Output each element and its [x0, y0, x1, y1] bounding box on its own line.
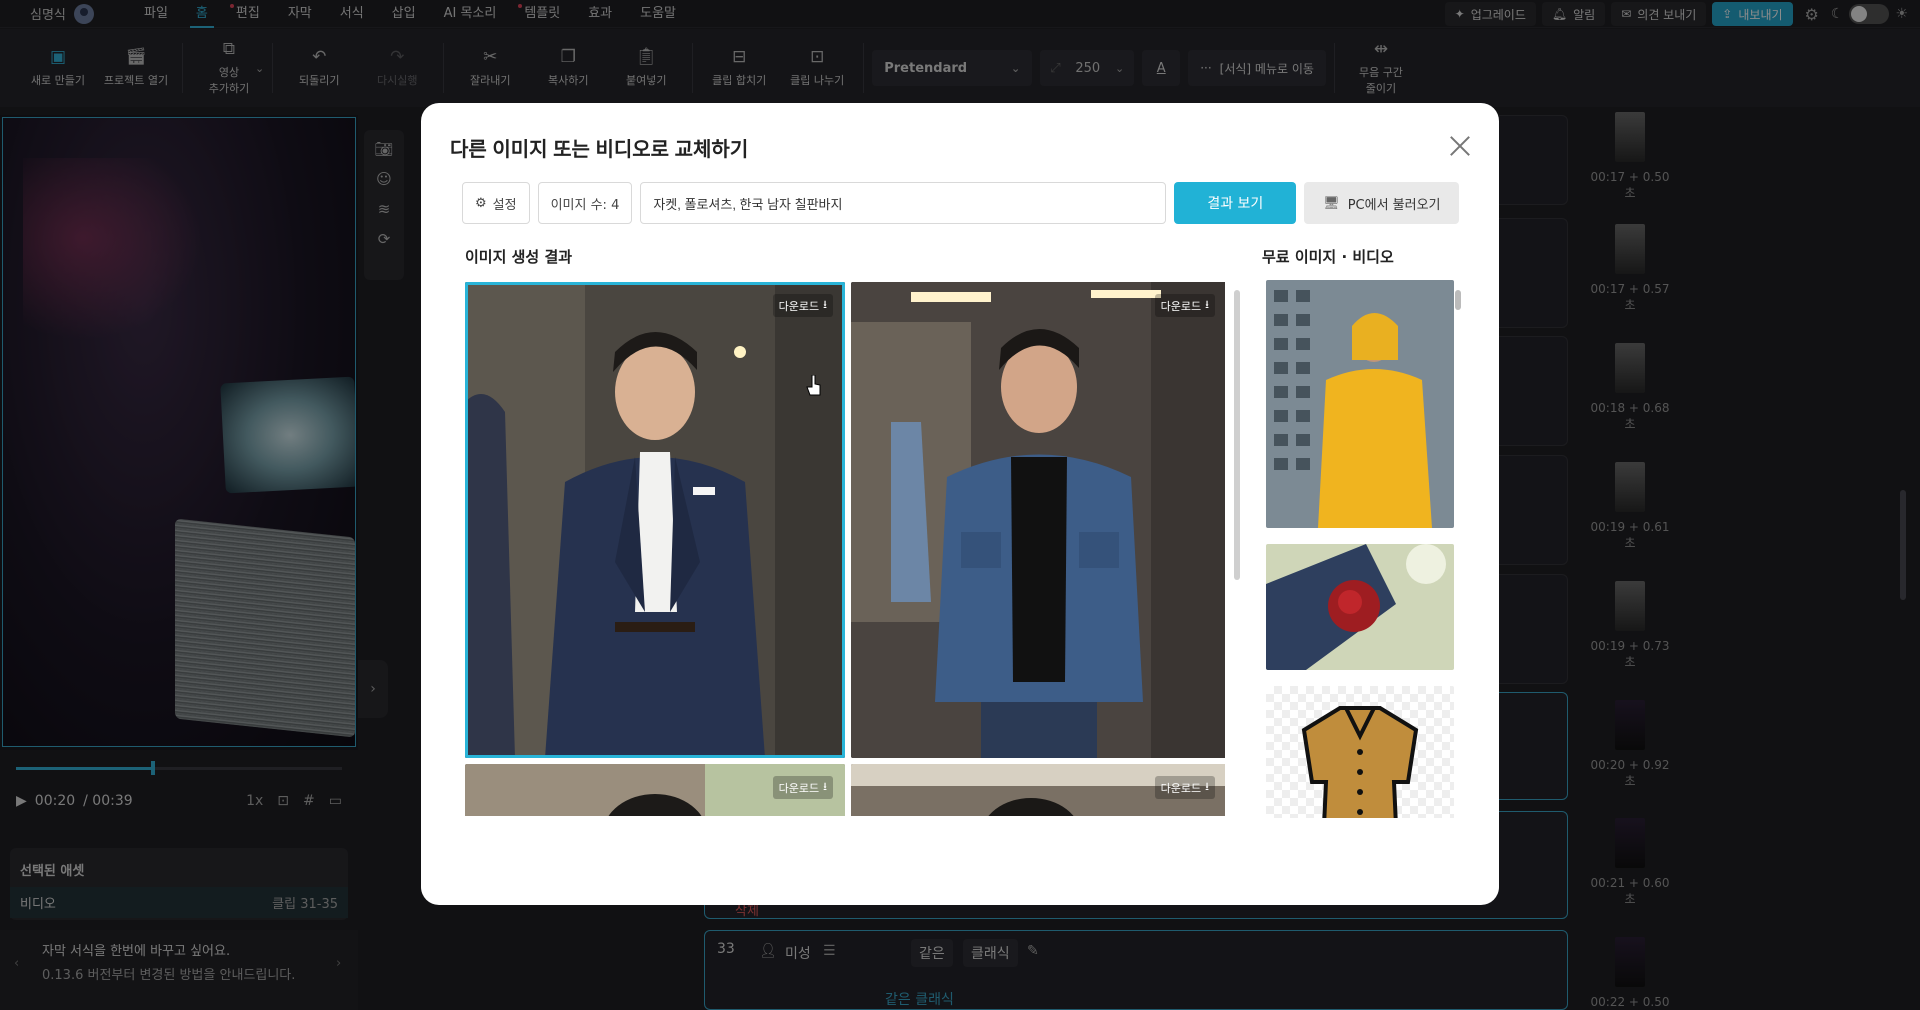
- generated-image[interactable]: 다운로드 ⭳: [851, 282, 1225, 758]
- rose-denim-illustration: [1266, 544, 1454, 670]
- prompt-input[interactable]: [640, 182, 1167, 224]
- free-media-heading: 무료 이미지 · 비디오: [1262, 248, 1394, 266]
- download-button[interactable]: 다운로드 ⭳: [1154, 294, 1215, 317]
- coat-illustration: [1301, 706, 1419, 818]
- download-icon: ⭳: [1205, 780, 1209, 793]
- download-button[interactable]: 다운로드 ⭳: [772, 776, 833, 799]
- download-label: 다운로드: [778, 781, 820, 795]
- cursor-hand-icon: [806, 375, 821, 396]
- generation-controls: ⚙ 설정 이미지 수: 4 결과 보기 🖥︎ PC에서 불러오기: [462, 182, 1462, 224]
- settings-button[interactable]: ⚙ 설정: [462, 182, 530, 224]
- generated-images-grid: 다운로드 ⭳ 다운로드 ⭳ 다운로드 ⭳ 다운로드 ⭳: [465, 280, 1225, 816]
- dialog-title: 다른 이미지 또는 비디오로 교체하기: [450, 139, 749, 161]
- show-results-button[interactable]: 결과 보기: [1174, 182, 1297, 224]
- suit-man-illustration: [465, 282, 845, 758]
- download-label: 다운로드: [1160, 781, 1202, 795]
- free-media-item[interactable]: [1266, 686, 1454, 818]
- close-icon[interactable]: [1447, 133, 1473, 159]
- load-from-pc-button[interactable]: 🖥︎ PC에서 불러오기: [1304, 182, 1460, 224]
- image-count-button[interactable]: 이미지 수: 4: [537, 182, 633, 224]
- yellow-hoodie-illustration: [1266, 280, 1454, 528]
- download-icon: ⭳: [823, 298, 827, 311]
- download-icon: ⭳: [823, 780, 827, 793]
- free-media-scrollbar[interactable]: [1455, 290, 1461, 310]
- show-results-label: 결과 보기: [1207, 196, 1264, 212]
- image-count-label: 이미지 수: 4: [550, 197, 620, 213]
- replace-media-dialog: 다른 이미지 또는 비디오로 교체하기 ⚙ 설정 이미지 수: 4 결과 보기 🖥…: [421, 103, 1499, 905]
- load-from-pc-label: PC에서 불러오기: [1347, 197, 1441, 213]
- generated-image[interactable]: 다운로드 ⭳: [465, 282, 845, 758]
- download-button[interactable]: 다운로드 ⭳: [1154, 776, 1215, 799]
- gear-icon: ⚙: [475, 195, 487, 211]
- generated-image[interactable]: 다운로드 ⭳: [465, 764, 845, 816]
- download-icon: ⭳: [1205, 298, 1209, 311]
- results-heading: 이미지 생성 결과: [465, 248, 573, 266]
- denim-man-illustration: [851, 282, 1225, 758]
- download-label: 다운로드: [778, 299, 820, 313]
- monitor-icon: 🖥︎: [1323, 195, 1340, 211]
- settings-label: 설정: [492, 197, 517, 213]
- results-scrollbar[interactable]: [1234, 290, 1240, 580]
- generated-image[interactable]: 다운로드 ⭳: [851, 764, 1225, 816]
- free-media-item[interactable]: [1266, 280, 1454, 528]
- download-button[interactable]: 다운로드 ⭳: [772, 294, 833, 317]
- free-media-list: [1264, 278, 1454, 818]
- download-label: 다운로드: [1160, 299, 1202, 313]
- free-media-item[interactable]: [1266, 544, 1454, 670]
